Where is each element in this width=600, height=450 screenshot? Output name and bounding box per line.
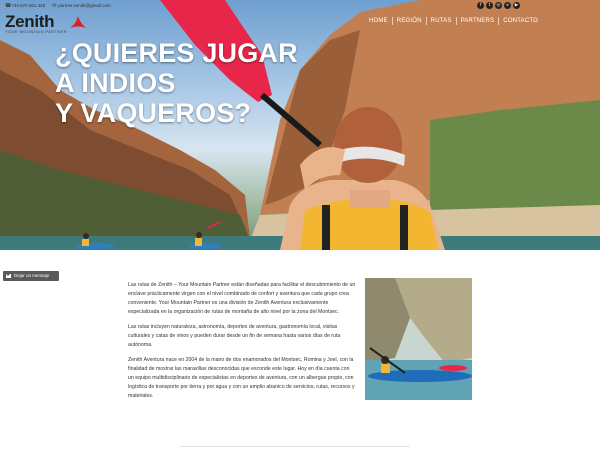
instagram-icon[interactable]: ◎ xyxy=(495,2,502,9)
logo-bird-icon xyxy=(70,16,86,28)
kayaker-left-head xyxy=(83,233,89,239)
phone-icon: ☎ xyxy=(5,3,12,9)
intro-paragraph-3: Zenith Aventura nace en 2004 de la mano … xyxy=(128,357,355,399)
kayak-left xyxy=(75,243,115,249)
site-logo[interactable]: Zenith YOUR MOUNTAIN PARTNER xyxy=(5,12,86,34)
envelope-icon: ✉ xyxy=(52,3,57,9)
logo-wordmark: Zenith xyxy=(5,12,55,31)
kayak-photo xyxy=(365,278,472,400)
hero-headline-line2: A INDIOS xyxy=(55,68,176,98)
facebook-icon[interactable]: f xyxy=(477,2,484,9)
leave-message-label: Dejar un mensaje xyxy=(14,273,50,278)
youtube-icon[interactable]: ▶ xyxy=(513,2,520,9)
kayaker-middle-head xyxy=(196,232,202,238)
email-contact[interactable]: ✉ partner.zenith@gmail.com xyxy=(52,3,111,9)
hero-headline: ¿QUIERES JUGAR A INDIOS Y VAQUEROS? xyxy=(55,38,298,128)
kayaker-middle-jacket xyxy=(195,238,202,246)
tripadvisor-icon[interactable]: ∞ xyxy=(504,2,511,9)
main-nav: HOME REGIÓN RUTAS PARTNERS CONTACTO xyxy=(365,17,542,25)
nav-contacto[interactable]: CONTACTO xyxy=(498,17,542,25)
lifejacket-strap-left xyxy=(322,205,330,250)
email-address: partner.zenith@gmail.com xyxy=(58,3,111,8)
social-links: f t ◎ ∞ ▶ xyxy=(477,2,520,9)
leave-message-button[interactable]: Dejar un mensaje xyxy=(3,271,59,281)
footer-divider xyxy=(180,446,410,447)
twitter-icon[interactable]: t xyxy=(486,2,493,9)
photo-kayak-red xyxy=(439,365,467,371)
kayak-photo-image xyxy=(365,278,472,400)
phone-contact[interactable]: ☎ +34 670 661 425 xyxy=(5,3,45,9)
photo-kayaker-jacket xyxy=(381,364,390,373)
top-bar: ☎ +34 670 661 425 ✉ partner.zenith@gmail… xyxy=(0,0,600,12)
kayak-middle xyxy=(189,243,221,249)
nav-partners[interactable]: PARTNERS xyxy=(455,17,499,25)
nav-region[interactable]: REGIÓN xyxy=(391,17,426,25)
intro-text: Las rutas de Zenith – Your Mountain Part… xyxy=(128,281,356,407)
nav-home[interactable]: HOME xyxy=(365,17,392,25)
phone-number: +34 670 661 425 xyxy=(11,3,46,8)
person-neck xyxy=(350,190,390,208)
intro-paragraph-1: Las rutas de Zenith – Your Mountain Part… xyxy=(128,282,356,315)
hero-headline-line3: Y VAQUEROS? xyxy=(55,98,252,128)
intro-paragraph-2: Las rutas incluyen naturaleza, astronomí… xyxy=(128,324,341,348)
logo-tagline: YOUR MOUNTAIN PARTNER xyxy=(5,29,67,34)
lifejacket-strap-right xyxy=(400,205,408,250)
right-vegetation xyxy=(430,100,600,220)
hero-headline-line1: ¿QUIERES JUGAR xyxy=(55,38,298,68)
nav-rutas[interactable]: RUTAS xyxy=(425,17,456,25)
person-hair xyxy=(334,107,402,183)
kayaker-left-jacket xyxy=(82,239,89,246)
envelope-icon xyxy=(6,274,11,278)
